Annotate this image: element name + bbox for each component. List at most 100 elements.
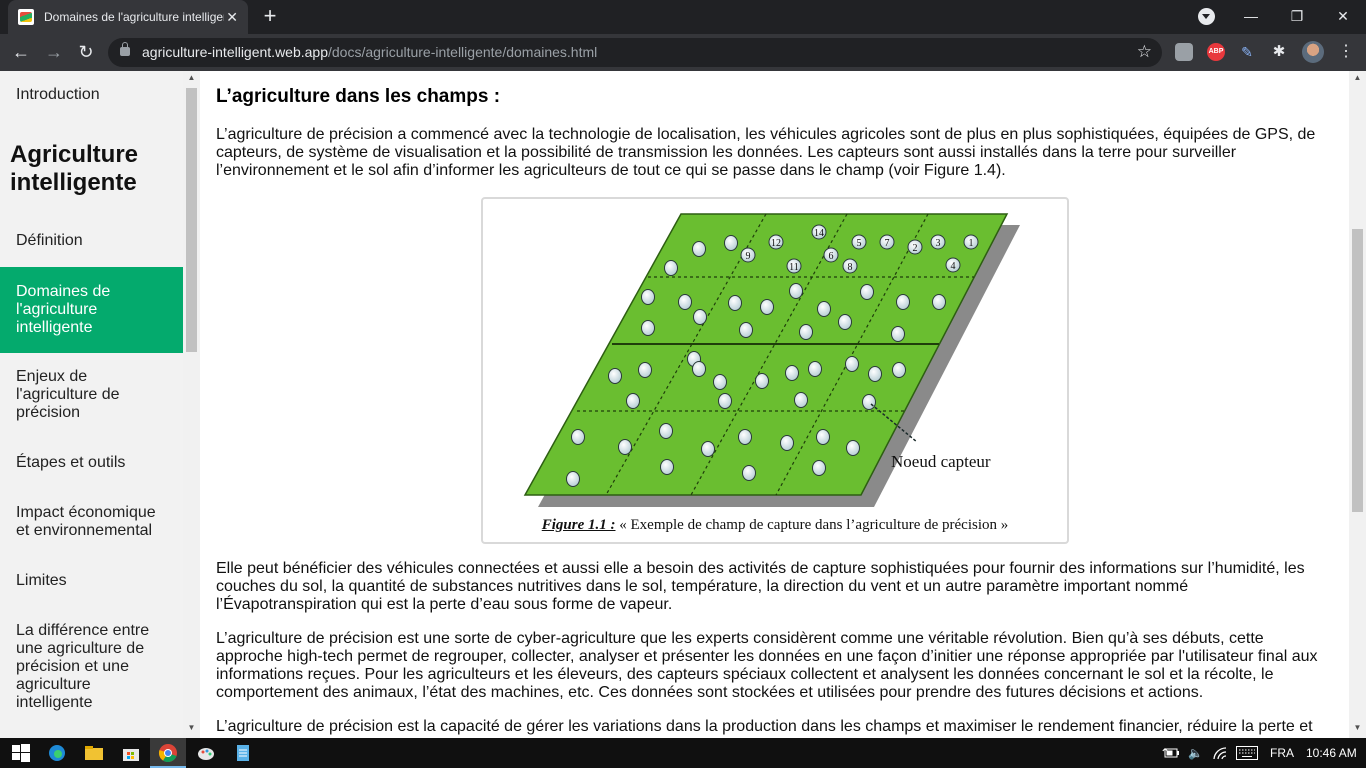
tab-title: Domaines de l'agriculture intelligente — [44, 10, 224, 24]
paragraph-intro: L’agriculture de précision a commencé av… — [216, 126, 1316, 179]
sidebar: Introduction Agriculture intelligente Dé… — [0, 71, 200, 738]
sidebar-item-limites[interactable]: Limites — [0, 572, 183, 590]
paragraph-variations: L’agriculture de précision est la capaci… — [216, 718, 1313, 735]
tab-search-icon[interactable] — [1198, 8, 1215, 25]
paragraph-cyber-agriculture: L’agriculture de précision est une sorte… — [216, 630, 1318, 701]
clock[interactable]: 10:46 AM — [1306, 746, 1357, 760]
sensor-node — [846, 440, 860, 456]
paint-icon[interactable] — [196, 743, 216, 763]
lock-icon[interactable] — [120, 42, 130, 56]
sidebar-heading: Agriculture intelligente — [10, 141, 139, 196]
paragraph-vehicles: Elle peut bénéficier des véhicules conne… — [216, 560, 1305, 613]
star-icon[interactable]: ☆ — [1137, 42, 1152, 62]
sensor-node — [626, 393, 640, 409]
sidebar-item-difference[interactable]: La différence entre une agriculture de p… — [0, 622, 183, 712]
sensor-node — [641, 289, 655, 305]
sensor-node — [891, 326, 905, 342]
volume-icon[interactable]: 🔈 — [1188, 746, 1203, 760]
sensor-node — [862, 394, 876, 410]
sensor-node — [739, 322, 753, 338]
browser-toolbar: ← → ↻ agriculture-intelligent.web.app/do… — [0, 34, 1366, 71]
sensor-node — [838, 314, 852, 330]
sensor-node — [845, 356, 859, 372]
forward-arrow-icon[interactable]: → — [41, 40, 67, 66]
page-viewport: Introduction Agriculture intelligente Dé… — [0, 71, 1366, 738]
node-number: 1 — [969, 238, 974, 249]
node-number: 3 — [936, 238, 941, 249]
close-window-button[interactable]: ✕ — [1320, 0, 1366, 34]
sensor-node — [660, 459, 674, 475]
tab-strip: Domaines de l'agriculture intelligente ✕… — [0, 0, 1366, 34]
adblock-plus-icon[interactable]: ABP — [1207, 43, 1225, 61]
more-menu-icon[interactable]: ⋮ — [1338, 41, 1354, 63]
page-scrollbar[interactable]: ▲ ▼ — [1349, 71, 1366, 738]
new-tab-button[interactable]: + — [258, 5, 282, 29]
sensor-node — [638, 362, 652, 378]
site-favicon-icon — [18, 9, 34, 25]
sensor-node — [755, 373, 769, 389]
sensor-node — [896, 294, 910, 310]
restore-button[interactable]: ❐ — [1274, 0, 1320, 34]
profile-avatar[interactable] — [1302, 41, 1324, 63]
sensor-node — [692, 361, 706, 377]
battery-icon[interactable] — [1164, 745, 1180, 761]
sensor-node — [718, 393, 732, 409]
node-label: Noeud capteur — [891, 452, 991, 471]
chrome-icon[interactable] — [158, 743, 178, 763]
sidebar-item-etapes[interactable]: Étapes et outils — [0, 454, 183, 472]
node-number: 9 — [746, 251, 751, 262]
sidebar-item-definition[interactable]: Définition — [0, 232, 183, 250]
sensor-node — [932, 294, 946, 310]
sensor-node — [701, 441, 715, 457]
sensor-node — [659, 423, 673, 439]
tab-close-icon[interactable]: ✕ — [226, 9, 238, 26]
node-number: 2 — [913, 243, 918, 254]
figure: 14 12 9 6 5 7 2 3 1 11 8 4 Noeud capteur… — [481, 197, 1069, 544]
sensor-node — [808, 361, 822, 377]
sensor-node — [789, 283, 803, 299]
pen-extension-icon[interactable]: ✎ — [1238, 43, 1256, 61]
sidebar-item-introduction[interactable]: Introduction — [0, 86, 183, 104]
sidebar-item-enjeux[interactable]: Enjeux de l'agriculture de précision — [0, 368, 183, 422]
minimize-button[interactable]: — — [1228, 0, 1274, 34]
sensor-node — [566, 471, 580, 487]
node-number: 6 — [829, 251, 834, 262]
node-number: 5 — [857, 238, 862, 249]
sidebar-scroll-thumb[interactable] — [186, 88, 197, 352]
back-arrow-icon[interactable]: ← — [8, 40, 34, 66]
store-icon[interactable] — [121, 743, 141, 763]
scroll-up-icon[interactable]: ▲ — [183, 73, 200, 82]
sensor-node — [760, 299, 774, 315]
address-bar[interactable]: agriculture-intelligent.web.app/docs/agr… — [108, 38, 1162, 67]
node-number: 8 — [848, 262, 853, 273]
wifi-icon[interactable] — [1212, 745, 1228, 761]
main-content: L’agriculture dans les champs : L’agricu… — [216, 71, 1336, 738]
sensor-node — [693, 309, 707, 325]
edge-icon[interactable] — [47, 743, 67, 763]
page-scroll-thumb[interactable] — [1352, 229, 1363, 512]
extensions-puzzle-icon[interactable]: ✱ — [1270, 43, 1288, 61]
url-text[interactable]: agriculture-intelligent.web.app/docs/agr… — [142, 44, 597, 60]
keyboard-icon[interactable] — [1236, 746, 1258, 760]
sensor-field-illustration: 14 12 9 6 5 7 2 3 1 11 8 4 Noeud capteur — [523, 213, 1020, 507]
file-explorer-icon[interactable] — [84, 743, 104, 763]
sensor-node — [799, 324, 813, 340]
sidebar-scrollbar[interactable]: ▲ ▼ — [183, 71, 200, 738]
page-scroll-down-icon[interactable]: ▼ — [1349, 723, 1366, 732]
figure-caption-label: Figure 1.1 : — [541, 517, 616, 533]
language-indicator[interactable]: FRA — [1270, 746, 1294, 760]
notepad-icon[interactable] — [233, 743, 253, 763]
scroll-down-icon[interactable]: ▼ — [183, 723, 200, 732]
windows-start-icon[interactable] — [11, 743, 31, 763]
sidebar-item-domaines[interactable]: Domaines de l'agriculture intelligente — [0, 267, 183, 353]
page-scroll-up-icon[interactable]: ▲ — [1349, 73, 1366, 82]
figure-caption: Figure 1.1 : « Exemple de champ de captu… — [483, 517, 1067, 534]
browser-tab[interactable]: Domaines de l'agriculture intelligente ✕ — [8, 0, 248, 34]
sensor-node — [608, 368, 622, 384]
node-number: 11 — [789, 262, 799, 273]
download-extension-icon[interactable] — [1175, 43, 1193, 61]
sidebar-item-impact[interactable]: Impact économique et environnemental — [0, 504, 183, 540]
section-heading: L’agriculture dans les champs : — [216, 86, 501, 107]
sensor-node — [713, 374, 727, 390]
reload-icon[interactable]: ↻ — [73, 40, 99, 66]
